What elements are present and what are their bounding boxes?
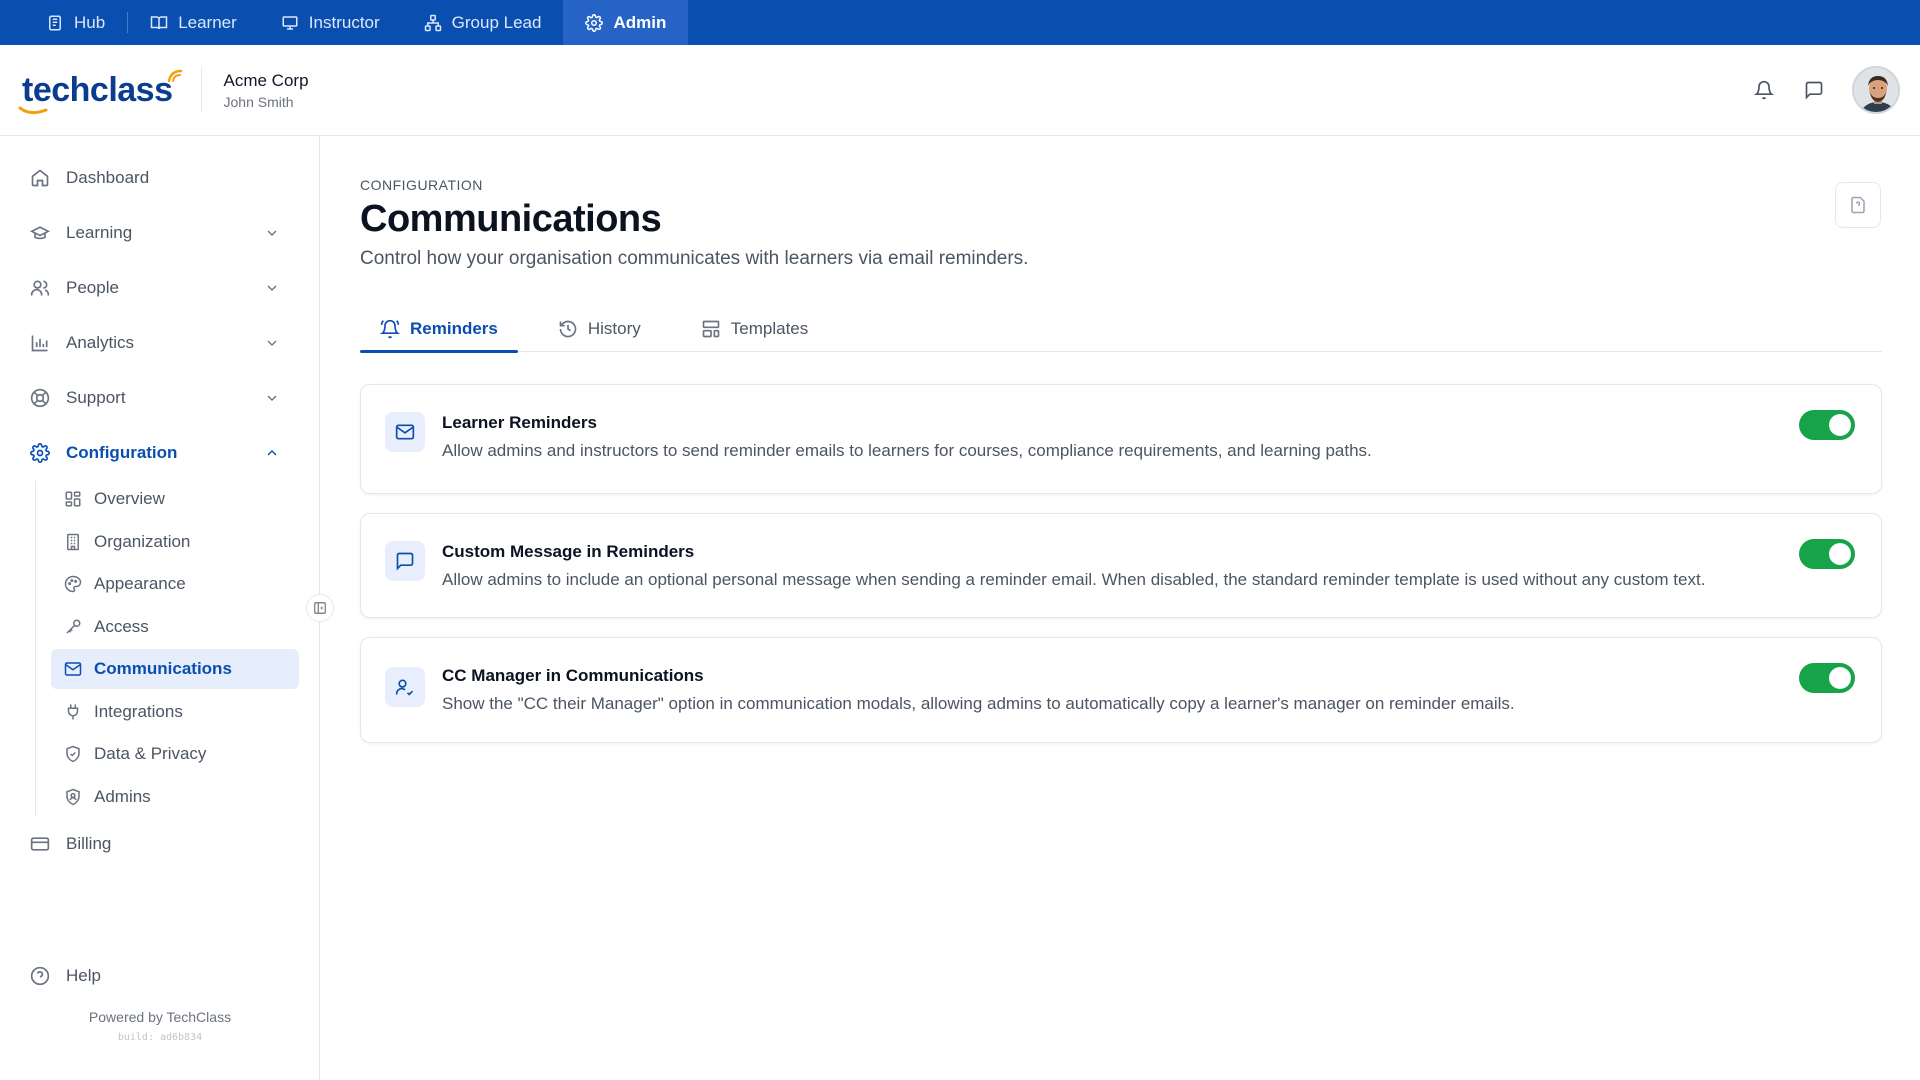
logo-swoosh-icon [18,106,48,114]
chevron-down-icon [264,390,280,406]
setting-card-learner-reminders: Learner Reminders Allow admins and instr… [360,384,1882,494]
powered-by: Powered by TechClass [88,1009,232,1025]
help-circle-icon [30,966,50,986]
avatar[interactable] [1852,66,1900,114]
user-name: John Smith [223,93,294,110]
message-square-icon [385,541,425,581]
tab-templates[interactable]: Templates [681,306,828,352]
message-icon[interactable] [1802,78,1826,102]
org-name: Acme Corp [223,70,309,90]
learner-reminders-toggle[interactable] [1799,410,1855,440]
sidebar-item-configuration[interactable]: Configuration [30,433,290,473]
panel-collapse-icon [313,601,327,615]
sidebar-item-dashboard[interactable]: Dashboard [30,158,290,198]
graduation-cap-icon [30,223,50,243]
hub-icon [46,14,64,32]
setting-title: Custom Message in Reminders [442,542,695,561]
header-actions [1752,66,1900,114]
sidebar-subitem-integrations[interactable]: Integrations [51,692,299,732]
gear-icon [585,13,604,32]
bell-ring-icon [380,319,400,339]
users-icon [30,278,50,298]
page-eyebrow: CONFIGURATION [360,177,483,193]
grid-icon [64,490,82,508]
build-version: build: ad6b834 [117,1032,203,1043]
user-check-icon [385,667,425,707]
sidebar-collapse-button[interactable] [306,594,334,622]
mail-icon [385,412,425,452]
user-avatar-icon [1854,68,1898,112]
chevron-up-icon [264,445,280,461]
document-help-icon [1849,196,1867,214]
credit-card-icon [30,834,50,854]
submenu-guide-line [35,481,36,816]
shield-icon [64,745,82,763]
mail-icon [64,660,82,678]
sidebar-item-support[interactable]: Support [30,378,290,418]
book-open-icon [150,14,168,32]
building-icon [64,533,82,551]
app-header: techclass Acme Corp John Smith [0,45,1920,136]
logo-arc-icon [167,69,182,82]
page-title: Communications [360,198,662,240]
sidebar-item-learning[interactable]: Learning [30,213,290,253]
shield-user-icon [64,788,82,806]
org-chart-icon [424,14,442,32]
sidebar-item-billing[interactable]: Billing [30,824,290,864]
setting-title: Learner Reminders [442,413,597,432]
role-tab-learner[interactable]: Learner [128,0,259,45]
palette-icon [64,575,82,593]
bar-chart-icon [30,333,50,353]
key-icon [64,618,82,636]
lifebuoy-icon [30,388,50,408]
chevron-down-icon [264,335,280,351]
role-tab-admin[interactable]: Admin [563,0,689,45]
template-icon [701,319,721,339]
home-icon [30,168,50,188]
sidebar-item-analytics[interactable]: Analytics [30,323,290,363]
role-tab-hub[interactable]: Hub [24,0,127,45]
plug-icon [64,703,82,721]
setting-card-cc-manager: CC Manager in Communications Show the "C… [360,637,1882,743]
sidebar-subitem-overview[interactable]: Overview [51,479,299,519]
presentation-icon [281,14,299,32]
tab-reminders[interactable]: Reminders [360,306,518,353]
role-switcher-bar: Hub Learner Instructor Group Lead Admin [0,0,1920,45]
tab-history[interactable]: History [538,306,661,352]
setting-description: Show the "CC their Manager" option in co… [442,694,1515,713]
chevron-down-icon [264,225,280,241]
page-subtitle: Control how your organisation communicat… [360,248,1029,269]
sidebar-subitem-organization[interactable]: Organization [51,522,299,562]
techclass-logo[interactable]: techclass [18,69,182,114]
gear-icon [30,443,50,463]
sidebar-subitem-appearance[interactable]: Appearance [51,564,299,604]
chevron-down-icon [264,280,280,296]
bell-icon[interactable] [1752,78,1776,102]
cc-manager-toggle[interactable] [1799,663,1855,693]
sidebar-subitem-data-privacy[interactable]: Data & Privacy [51,734,299,774]
sidebar-item-help[interactable]: Help [30,956,290,996]
sidebar-subitem-access[interactable]: Access [51,607,299,647]
setting-description: Allow admins and instructors to send rem… [442,441,1372,460]
role-tab-instructor[interactable]: Instructor [259,0,402,45]
sidebar-subitem-communications[interactable]: Communications [51,649,299,689]
setting-description: Allow admins to include an optional pers… [442,570,1706,589]
setting-card-custom-message: Custom Message in Reminders Allow admins… [360,513,1882,618]
role-tab-group-lead[interactable]: Group Lead [402,0,564,45]
setting-title: CC Manager in Communications [442,666,704,685]
sidebar-subitem-admins[interactable]: Admins [51,777,299,817]
help-doc-button[interactable] [1835,182,1881,228]
sidebar: Dashboard Learning People Analytics Supp… [0,136,320,1080]
tab-bar: Reminders History Templates [360,306,1882,353]
custom-message-toggle[interactable] [1799,539,1855,569]
history-icon [558,319,578,339]
sidebar-item-people[interactable]: People [30,268,290,308]
org-info: Acme Corp John Smith [200,67,309,113]
